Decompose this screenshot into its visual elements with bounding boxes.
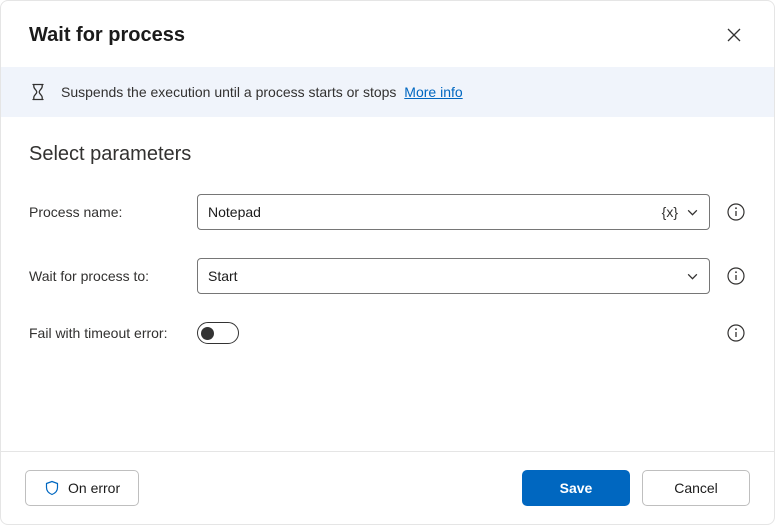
on-error-label: On error xyxy=(68,480,120,496)
section-title: Select parameters xyxy=(29,143,746,166)
save-button[interactable]: Save xyxy=(522,470,630,506)
timeout-row: Fail with timeout error: xyxy=(29,322,746,344)
shield-icon xyxy=(44,480,60,496)
dialog-body: Select parameters Process name: Notepad … xyxy=(1,117,774,451)
more-info-link[interactable]: More info xyxy=(404,84,462,100)
dialog-title: Wait for process xyxy=(29,24,185,47)
chevron-down-icon[interactable] xyxy=(686,206,699,219)
info-icon xyxy=(727,324,745,342)
close-icon xyxy=(727,28,741,42)
process-name-combo[interactable]: Notepad {x} xyxy=(197,194,710,230)
cancel-label: Cancel xyxy=(674,480,718,496)
banner-description: Suspends the execution until a process s… xyxy=(61,84,396,100)
info-icon xyxy=(727,203,745,221)
dialog-footer: On error Save Cancel xyxy=(1,451,774,524)
variable-icon[interactable]: {x} xyxy=(662,204,678,220)
wait-for-value: Start xyxy=(208,268,686,284)
timeout-label: Fail with timeout error: xyxy=(29,325,197,341)
wait-for-row: Wait for process to: Start xyxy=(29,258,746,294)
info-banner: Suspends the execution until a process s… xyxy=(1,67,774,117)
banner-text: Suspends the execution until a process s… xyxy=(61,84,463,100)
hourglass-icon xyxy=(29,83,47,101)
wait-for-process-dialog: Wait for process Suspends the execution … xyxy=(0,0,775,525)
process-name-value: Notepad xyxy=(208,204,662,220)
close-button[interactable] xyxy=(718,19,750,51)
timeout-toggle[interactable] xyxy=(197,322,239,344)
wait-for-info[interactable] xyxy=(726,266,746,286)
toggle-knob xyxy=(201,327,214,340)
process-name-info[interactable] xyxy=(726,202,746,222)
dialog-header: Wait for process xyxy=(1,1,774,67)
chevron-down-icon[interactable] xyxy=(686,270,699,283)
on-error-button[interactable]: On error xyxy=(25,470,139,506)
wait-for-select[interactable]: Start xyxy=(197,258,710,294)
save-label: Save xyxy=(560,480,593,496)
cancel-button[interactable]: Cancel xyxy=(642,470,750,506)
process-name-row: Process name: Notepad {x} xyxy=(29,194,746,230)
wait-for-label: Wait for process to: xyxy=(29,268,197,284)
info-icon xyxy=(727,267,745,285)
process-name-label: Process name: xyxy=(29,204,197,220)
timeout-info[interactable] xyxy=(726,323,746,343)
